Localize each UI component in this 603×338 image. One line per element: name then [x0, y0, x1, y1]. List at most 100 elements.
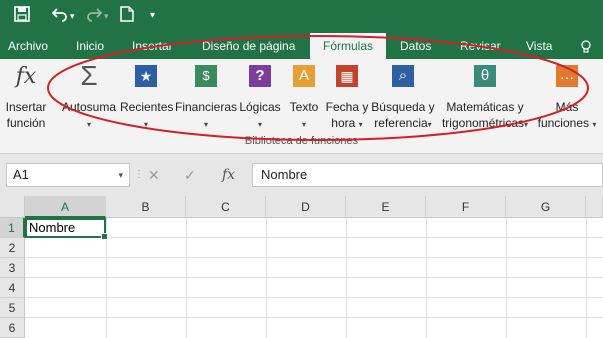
chevron-down-icon: ▾	[257, 120, 262, 129]
gridline	[25, 277, 603, 278]
gridline	[25, 237, 603, 238]
customize-toolbar-icon[interactable]: ▾	[150, 6, 155, 26]
insert-function-button[interactable]: fx Insertar función	[4, 63, 48, 131]
chevron-down-icon: ▾	[358, 120, 363, 129]
tab-vista[interactable]: Vista	[526, 33, 552, 59]
chevron-down-icon: ▾	[143, 120, 148, 129]
tab-formulas[interactable]: Fórmulas	[310, 33, 386, 59]
lightbulb-icon[interactable]	[580, 33, 592, 59]
gridline	[586, 218, 587, 338]
undo-dropdown-icon[interactable]: ▾	[70, 6, 75, 26]
redo-dropdown-icon[interactable]: ▾	[104, 6, 109, 26]
save-icon[interactable]	[14, 6, 30, 26]
chevron-down-icon[interactable]: ▾	[118, 164, 123, 186]
enter-icon[interactable]: ✓	[184, 163, 196, 187]
calendar-icon: ▦	[334, 63, 360, 89]
sigma-icon: Σ	[80, 60, 98, 91]
autosum-button[interactable]: Σ Autosuma ▾	[62, 60, 116, 133]
insert-function-label: Insertar función	[5, 100, 47, 130]
name-box[interactable]: A1 ▾	[6, 163, 130, 187]
tab-archivo[interactable]: Archivo	[8, 33, 48, 59]
lookup-label-1: Búsqueda y	[371, 100, 435, 114]
logical-book-icon: ?	[247, 63, 273, 89]
more-dots-icon: ⋮	[134, 169, 144, 180]
tab-revisar[interactable]: Revisar	[460, 33, 501, 59]
row-header-2[interactable]: 2	[0, 238, 25, 258]
column-header-e[interactable]: E	[346, 196, 426, 218]
row-header-4[interactable]: 4	[0, 278, 25, 298]
cell-a1[interactable]: Nombre	[25, 218, 108, 240]
math-label-2: trigonométricas	[441, 116, 524, 130]
chevron-down-icon: ▾	[301, 120, 306, 129]
recent-label: Recientes	[120, 100, 174, 114]
more-label-1: Más	[555, 100, 579, 114]
gridline	[25, 297, 603, 298]
lookup-label-2: referencia	[374, 116, 428, 130]
date-time-button[interactable]: ▦ Fecha y hora ▾	[324, 63, 370, 133]
redo-icon[interactable]	[86, 6, 103, 26]
more-label-2: funciones	[537, 116, 589, 130]
chevron-down-icon: ▾	[86, 120, 91, 129]
chevron-down-icon: ▾	[427, 120, 432, 129]
row-header-6[interactable]: 6	[0, 318, 25, 338]
logical-label: Lógicas	[239, 100, 281, 114]
more-functions-icon: …	[554, 63, 580, 89]
logical-button[interactable]: ? Lógicas ▾	[238, 63, 282, 133]
undo-icon[interactable]	[51, 6, 68, 26]
recent-functions-button[interactable]: ★ Recientes ▾	[120, 63, 174, 133]
row-header-5[interactable]: 5	[0, 298, 25, 318]
column-header-c[interactable]: C	[186, 196, 266, 218]
lookup-book-icon: ⌕	[390, 63, 416, 89]
new-document-icon[interactable]	[120, 6, 134, 26]
math-label-1: Matemáticas y	[446, 100, 524, 114]
row-header-1[interactable]: 1	[0, 218, 25, 238]
gridline	[186, 218, 187, 338]
column-header-f[interactable]: F	[426, 196, 506, 218]
column-header-b[interactable]: B	[106, 196, 186, 218]
financial-button[interactable]: $ Financieras ▾	[174, 63, 238, 133]
column-header-partial[interactable]	[586, 196, 603, 218]
insert-function-icon[interactable]: fx	[222, 163, 235, 187]
select-all-corner[interactable]	[0, 196, 25, 218]
gridline	[346, 218, 347, 338]
lookup-reference-button[interactable]: ⌕ Búsqueda y referencia▾	[370, 63, 436, 133]
math-trig-button[interactable]: θ Matemáticas y trigonométricas▾	[438, 63, 532, 133]
row-header-3[interactable]: 3	[0, 258, 25, 278]
gridline	[506, 218, 507, 338]
tab-inicio[interactable]: Inicio	[76, 33, 104, 59]
formula-bar-area: A1 ▾ ⋮ ✕ ✓ fx Nombre	[0, 154, 603, 196]
star-book-icon: ★	[133, 63, 159, 89]
cell-a1-value: Nombre	[29, 220, 76, 235]
name-box-value: A1	[13, 167, 29, 182]
chevron-down-icon: ▾	[592, 120, 597, 129]
gridline	[25, 257, 603, 258]
financial-label: Financieras	[174, 100, 238, 114]
column-header-g[interactable]: G	[506, 196, 586, 218]
financial-book-icon: $	[193, 63, 219, 89]
tab-datos[interactable]: Datos	[400, 33, 431, 59]
chevron-down-icon: ▾	[203, 120, 208, 129]
fill-handle[interactable]	[101, 233, 108, 240]
column-header-d[interactable]: D	[266, 196, 346, 218]
gridline	[426, 218, 427, 338]
fx-icon: fx	[15, 63, 37, 89]
title-bar: ▾ ▾ ▾	[0, 0, 603, 33]
gridline	[25, 317, 603, 318]
ribbon-tabs: Archivo Inicio Insertar Diseño de página…	[0, 33, 603, 59]
cancel-icon[interactable]: ✕	[148, 163, 160, 187]
group-label-function-library: Biblioteca de funciones	[244, 135, 359, 147]
tab-insertar[interactable]: Insertar	[132, 33, 173, 59]
math-book-icon: θ	[472, 63, 498, 89]
chevron-down-icon: ▾	[524, 120, 529, 129]
tab-diseno-pagina[interactable]: Diseño de página	[202, 33, 295, 59]
date-label-1: Fecha y	[325, 100, 369, 114]
formula-input[interactable]: Nombre	[252, 163, 603, 187]
worksheet-grid: A B C D E F G 1 2 3 4 5 6 Nombre	[0, 196, 603, 338]
text-label: Texto	[289, 100, 319, 114]
date-label-2: hora	[331, 116, 356, 130]
gridline	[266, 218, 267, 338]
text-button[interactable]: A Texto ▾	[286, 63, 322, 133]
text-book-icon: A	[291, 63, 317, 89]
column-header-a[interactable]: A	[25, 196, 106, 218]
more-functions-button[interactable]: … Más funciones ▾	[534, 63, 600, 133]
